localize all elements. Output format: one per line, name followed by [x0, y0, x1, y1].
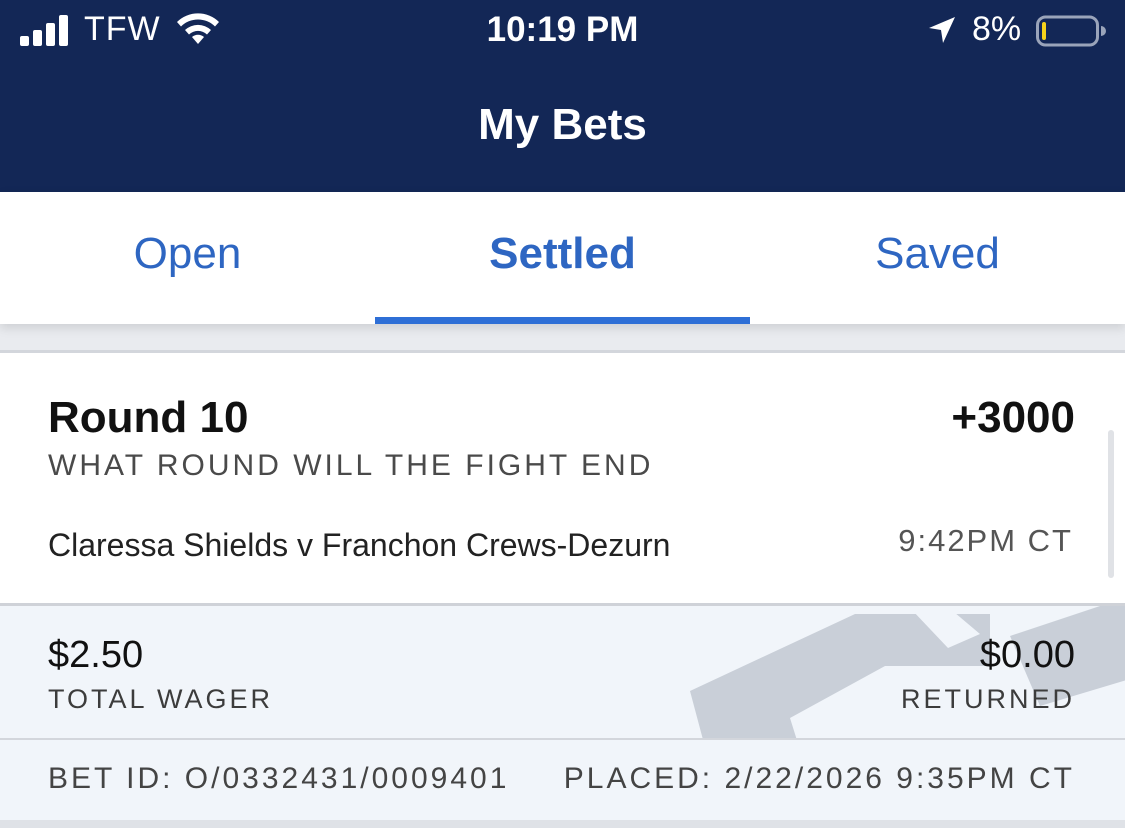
- bet-tabs: Open Settled Saved: [0, 192, 1125, 324]
- app-header: TFW 10:19 PM 8% My Bets: [0, 0, 1125, 192]
- active-tab-indicator: [375, 317, 750, 324]
- bet-card[interactable]: Round 10 +3000 WHAT ROUND WILL THE FIGHT…: [0, 353, 1125, 603]
- divider: [0, 820, 1125, 828]
- battery-percentage: 8%: [972, 10, 1022, 48]
- bet-totals: $2.50 TOTAL WAGER $0.00 RETURNED: [0, 606, 1125, 738]
- returned-amount: $0.00: [979, 634, 1075, 676]
- tab-open[interactable]: Open: [0, 192, 375, 324]
- bet-footer: BET ID: O/0332431/0009401 PLACED: 2/22/2…: [0, 740, 1125, 820]
- bet-id: BET ID: O/0332431/0009401: [48, 762, 510, 795]
- event-name: Claressa Shields v Franchon Crews-Dezurn: [48, 527, 671, 563]
- bet-odds: +3000: [951, 393, 1075, 442]
- location-arrow-icon: [929, 17, 955, 43]
- bet-selection: Round 10: [48, 393, 249, 442]
- bet-market: WHAT ROUND WILL THE FIGHT END: [48, 449, 654, 482]
- scrollbar[interactable]: [1108, 430, 1114, 578]
- event-time: 9:42PM CT: [898, 523, 1073, 558]
- total-wager-amount: $2.50: [48, 634, 144, 676]
- returned-label: RETURNED: [900, 684, 1075, 714]
- tab-saved[interactable]: Saved: [750, 192, 1125, 324]
- placed-date: PLACED: 2/22/2026 9:35PM CT: [563, 762, 1075, 795]
- total-wager-label: TOTAL WAGER: [48, 684, 274, 714]
- battery-icon: [1036, 15, 1106, 47]
- page-title: My Bets: [478, 100, 647, 149]
- status-bar: TFW 10:19 PM 8%: [0, 0, 1125, 64]
- tab-settled[interactable]: Settled: [375, 192, 750, 324]
